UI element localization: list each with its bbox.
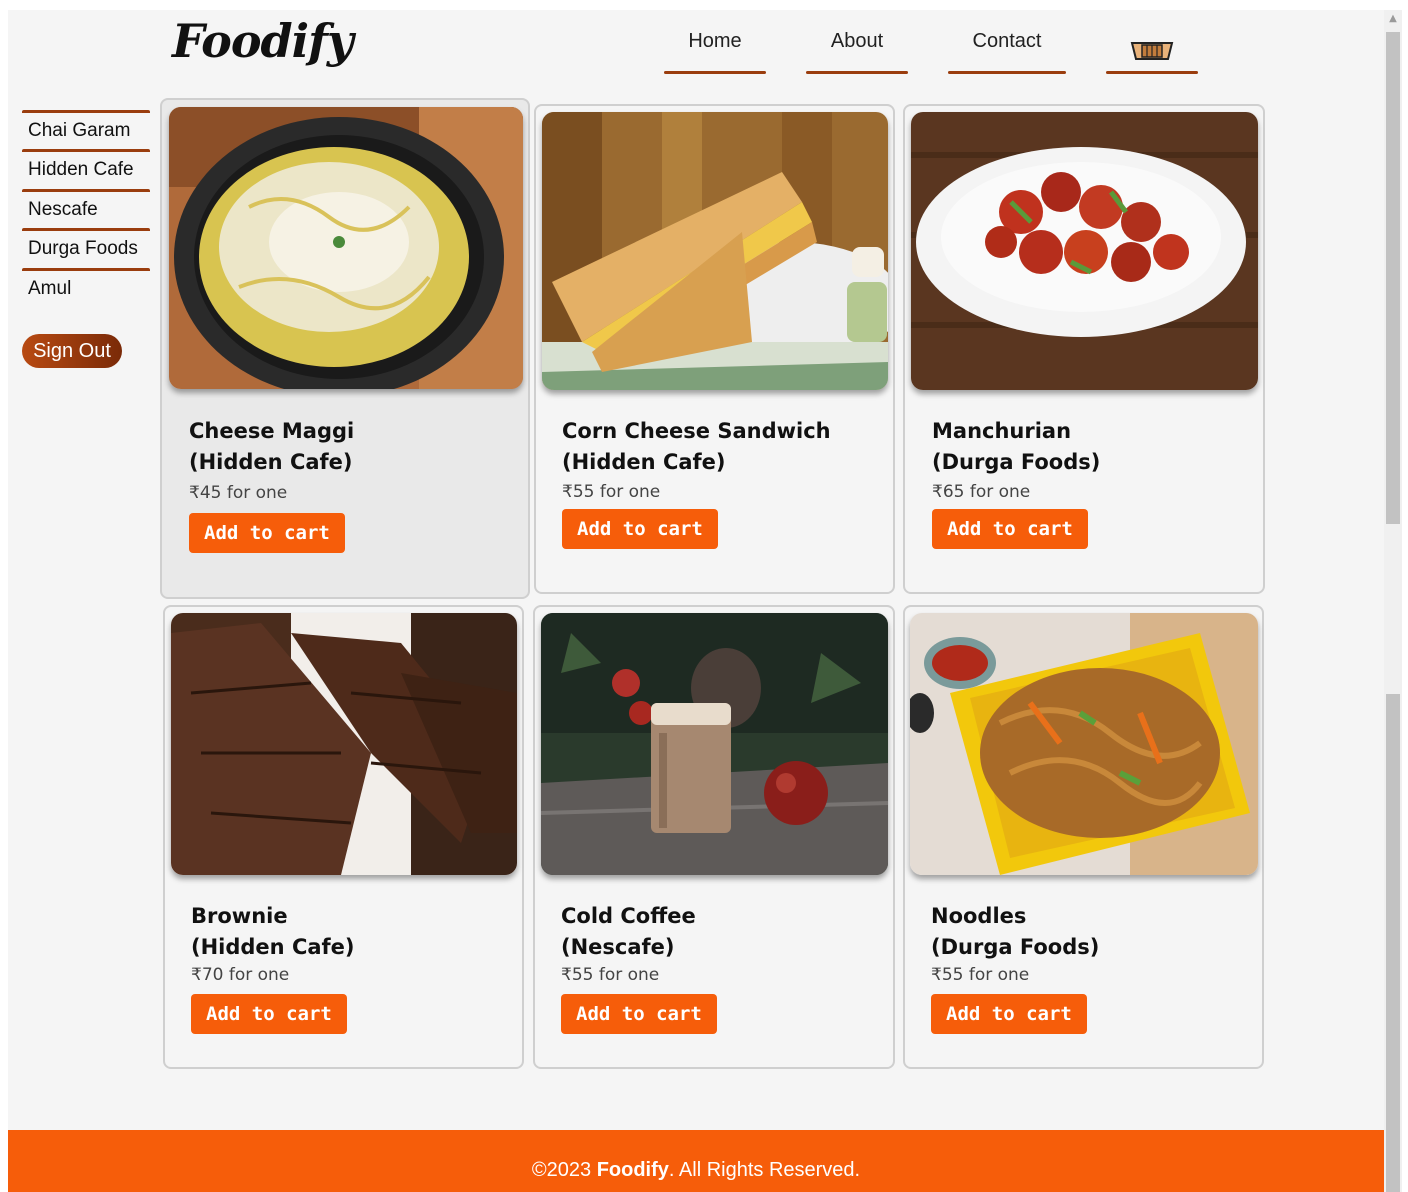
sidebar-item-amul[interactable]: Amul [22,268,150,306]
nav-home-label: Home [688,30,742,52]
nav-underline [1106,71,1198,74]
nav-contact-label: Contact [972,30,1042,52]
nav-cart-link[interactable] [1106,30,1198,74]
product-name: Manchurian [932,419,1072,443]
product-card[interactable]: Corn Cheese Sandwich (Hidden Cafe) ₹55 f… [534,104,895,594]
product-price: ₹55 for one [931,965,1030,985]
nav-underline [806,71,908,74]
add-to-cart-button[interactable]: Add to cart [189,513,345,553]
sidebar-item-label: Amul [28,278,72,299]
nav-about-link[interactable]: About [806,30,908,74]
add-to-cart-button[interactable]: Add to cart [191,994,347,1034]
cold-coffee-image[interactable] [541,613,888,875]
product-name: Noodles [931,904,1027,928]
product-title: Cheese Maggi (Hidden Cafe) [189,416,354,478]
product-price: ₹70 for one [191,965,290,985]
product-shop: (Nescafe) [561,935,675,959]
add-to-cart-button[interactable]: Add to cart [562,509,718,549]
nav-home-link[interactable]: Home [664,30,766,74]
noodles-image[interactable] [910,613,1258,875]
footer: ©2023 Foodify. All Rights Reserved. [8,1130,1384,1192]
product-name: Cheese Maggi [189,419,355,443]
footer-copyright-prefix: ©2023 [531,1159,597,1181]
sign-out-button[interactable]: Sign Out [22,334,122,368]
product-shop: (Durga Foods) [932,450,1101,474]
product-price: ₹55 for one [562,482,661,502]
product-card[interactable]: Noodles (Durga Foods) ₹55 for one Add to… [903,605,1264,1069]
sidebar-item-durga-foods[interactable]: Durga Foods [22,228,150,266]
site-logo[interactable]: Foodify [172,14,354,68]
add-to-cart-button[interactable]: Add to cart [561,994,717,1034]
cart-icon [1130,42,1174,60]
product-card[interactable]: Cheese Maggi (Hidden Cafe) ₹45 for one A… [160,98,530,599]
scrollbar-thumb[interactable] [1386,32,1400,524]
sidebar-item-hidden-cafe[interactable]: Hidden Cafe [22,149,150,187]
product-price: ₹45 for one [189,483,288,503]
brownie-image[interactable] [171,613,517,875]
sidebar-item-label: Nescafe [28,199,98,220]
product-title: Cold Coffee (Nescafe) [561,901,696,963]
product-shop: (Hidden Cafe) [562,450,726,474]
sidebar-item-chai-garam[interactable]: Chai Garam [22,110,150,148]
product-title: Corn Cheese Sandwich (Hidden Cafe) [562,416,831,478]
product-title: Brownie (Hidden Cafe) [191,901,355,963]
footer-brand: Foodify [596,1159,669,1181]
product-title: Manchurian (Durga Foods) [932,416,1100,478]
product-title: Noodles (Durga Foods) [931,901,1099,963]
product-name: Corn Cheese Sandwich [562,419,831,443]
nav-underline [664,71,766,74]
product-shop: (Hidden Cafe) [191,935,355,959]
add-to-cart-button[interactable]: Add to cart [932,509,1088,549]
product-name: Brownie [191,904,288,928]
sidebar-item-label: Chai Garam [28,120,131,141]
manchurian-image[interactable] [911,112,1258,390]
sidebar-item-nescafe[interactable]: Nescafe [22,189,150,227]
sidebar-item-label: Durga Foods [28,238,138,259]
nav-about-label: About [830,30,884,52]
product-price: ₹55 for one [561,965,660,985]
product-shop: (Durga Foods) [931,935,1100,959]
scroll-up-arrow-icon[interactable]: ▲ [1386,12,1400,26]
product-price: ₹65 for one [932,482,1031,502]
product-card[interactable]: Cold Coffee (Nescafe) ₹55 for one Add to… [533,605,895,1069]
product-card[interactable]: Brownie (Hidden Cafe) ₹70 for one Add to… [163,605,524,1069]
corn-cheese-sandwich-image[interactable] [542,112,888,390]
footer-rights-text: . All Rights Reserved. [668,1159,861,1181]
product-shop: (Hidden Cafe) [189,450,353,474]
scrollbar-track-lower [1386,694,1400,1192]
product-name: Cold Coffee [561,904,696,928]
cheese-maggi-image[interactable] [169,107,523,389]
add-to-cart-button[interactable]: Add to cart [931,994,1087,1034]
product-card[interactable]: Manchurian (Durga Foods) ₹65 for one Add… [903,104,1265,594]
nav-contact-link[interactable]: Contact [948,30,1066,74]
sidebar-item-label: Hidden Cafe [28,159,134,180]
nav-underline [948,71,1066,74]
